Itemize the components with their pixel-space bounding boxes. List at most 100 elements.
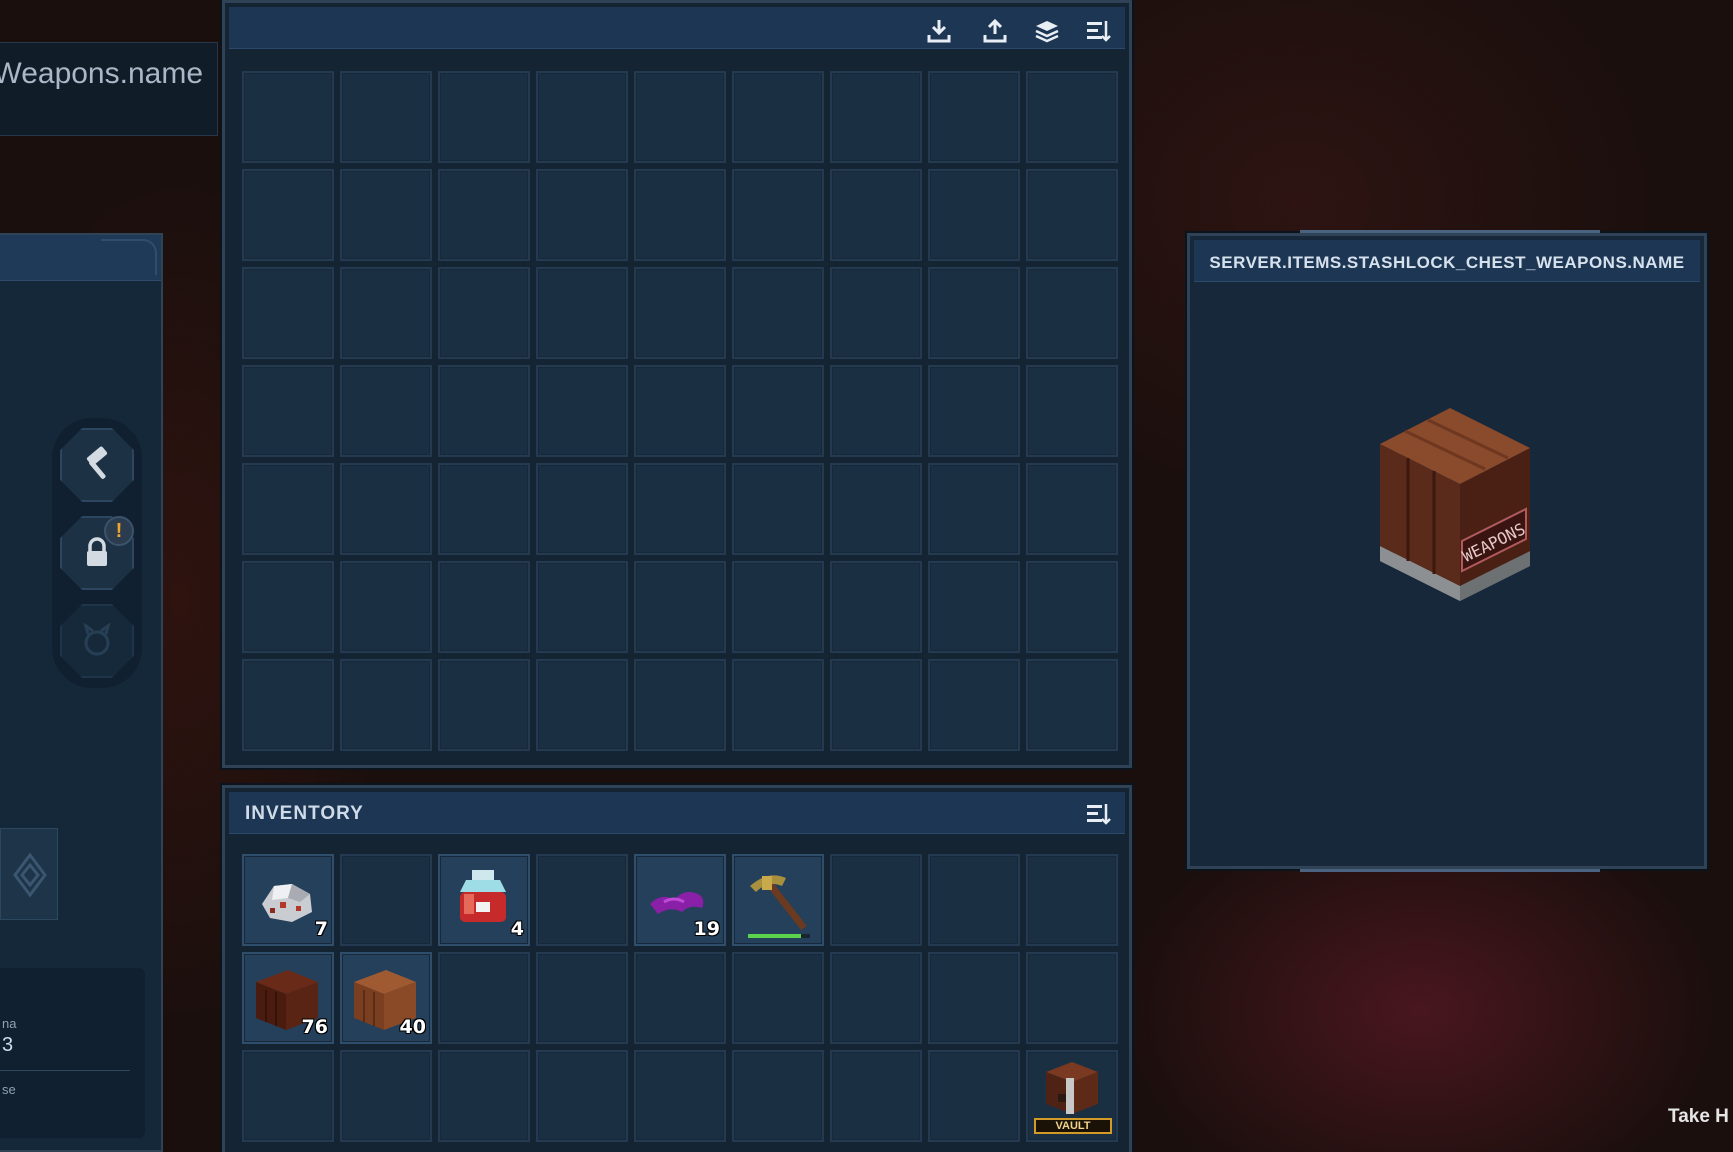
chest-slot-22[interactable] — [634, 267, 726, 359]
chest-slot-24[interactable] — [830, 267, 922, 359]
chest-slot-48[interactable] — [536, 561, 628, 653]
chest-slot-42[interactable] — [830, 463, 922, 555]
chest-slot-2[interactable] — [438, 71, 530, 163]
chest-slot-54[interactable] — [242, 659, 334, 751]
chest-slot-36[interactable] — [242, 463, 334, 555]
chest-slot-57[interactable] — [536, 659, 628, 751]
creature-tool-button[interactable] — [60, 604, 134, 678]
hammer-tool-button[interactable] — [60, 428, 134, 502]
chest-slot-6[interactable] — [830, 71, 922, 163]
chest-slot-8[interactable] — [1026, 71, 1118, 163]
chest-slot-53[interactable] — [1026, 561, 1118, 653]
chest-slot-56[interactable] — [438, 659, 530, 751]
chest-slot-4[interactable] — [634, 71, 726, 163]
chest-slot-44[interactable] — [1026, 463, 1118, 555]
chest-slot-46[interactable] — [340, 561, 432, 653]
deposit-button[interactable] — [925, 17, 953, 45]
chest-slot-33[interactable] — [830, 365, 922, 457]
chest-slot-38[interactable] — [438, 463, 530, 555]
chest-slot-3[interactable] — [536, 71, 628, 163]
chest-slot-12[interactable] — [536, 169, 628, 261]
inventory-slot-20[interactable] — [438, 1050, 530, 1142]
chest-slot-62[interactable] — [1026, 659, 1118, 751]
chest-slot-26[interactable] — [1026, 267, 1118, 359]
chest-slot-31[interactable] — [634, 365, 726, 457]
chest-slot-14[interactable] — [732, 169, 824, 261]
chest-slot-61[interactable] — [928, 659, 1020, 751]
inventory-slot-potion-jar[interactable]: 4 — [438, 854, 530, 946]
chest-slot-27[interactable] — [242, 365, 334, 457]
chest-slot-11[interactable] — [438, 169, 530, 261]
inventory-slot-6[interactable] — [830, 854, 922, 946]
inventory-slot-15[interactable] — [830, 952, 922, 1044]
chest-slot-34[interactable] — [928, 365, 1020, 457]
chest-slot-47[interactable] — [438, 561, 530, 653]
inventory-slot-14[interactable] — [732, 952, 824, 1044]
inventory-slot-pickaxe[interactable] — [732, 854, 824, 946]
inventory-slot-11[interactable] — [438, 952, 530, 1044]
inventory-slot-dark-wood-block[interactable]: 76 — [242, 952, 334, 1044]
chest-slot-40[interactable] — [634, 463, 726, 555]
chest-slot-32[interactable] — [732, 365, 824, 457]
stack-button[interactable] — [1033, 17, 1061, 45]
withdraw-button[interactable] — [981, 17, 1009, 45]
inventory-slot-1[interactable] — [340, 854, 432, 946]
inventory-slot-wood-block[interactable]: 40 — [340, 952, 432, 1044]
inventory-slot-17[interactable] — [1026, 952, 1118, 1044]
inventory-slot-13[interactable] — [634, 952, 726, 1044]
chest-slot-51[interactable] — [830, 561, 922, 653]
vault-label: VAULT — [1034, 1118, 1112, 1134]
chest-slot-5[interactable] — [732, 71, 824, 163]
inventory-slot-12[interactable] — [536, 952, 628, 1044]
inventory-slot-18[interactable] — [242, 1050, 334, 1142]
chest-slot-30[interactable] — [536, 365, 628, 457]
chest-slot-50[interactable] — [732, 561, 824, 653]
inventory-slot-22[interactable] — [634, 1050, 726, 1142]
chest-slot-16[interactable] — [928, 169, 1020, 261]
inventory-title: INVENTORY — [245, 803, 364, 824]
chest-slot-43[interactable] — [928, 463, 1020, 555]
inventory-slot-19[interactable] — [340, 1050, 432, 1142]
inventory-slot-7[interactable] — [928, 854, 1020, 946]
chest-slot-49[interactable] — [634, 561, 726, 653]
chest-slot-37[interactable] — [340, 463, 432, 555]
chest-slot-1[interactable] — [340, 71, 432, 163]
inventory-slot-21[interactable] — [536, 1050, 628, 1142]
chest-slot-18[interactable] — [242, 267, 334, 359]
chest-slot-23[interactable] — [732, 267, 824, 359]
chest-slot-35[interactable] — [1026, 365, 1118, 457]
chest-slot-52[interactable] — [928, 561, 1020, 653]
chest-slot-13[interactable] — [634, 169, 726, 261]
chest-slot-21[interactable] — [536, 267, 628, 359]
chest-slot-10[interactable] — [340, 169, 432, 261]
inventory-slot-23[interactable] — [732, 1050, 824, 1142]
chest-slot-0[interactable] — [242, 71, 334, 163]
inventory-slot-25[interactable] — [928, 1050, 1020, 1142]
inventory-slot-8[interactable] — [1026, 854, 1118, 946]
chest-slot-15[interactable] — [830, 169, 922, 261]
inventory-slot-16[interactable] — [928, 952, 1020, 1044]
chest-slot-7[interactable] — [928, 71, 1020, 163]
chest-slot-41[interactable] — [732, 463, 824, 555]
inventory-slot-ore-chunk[interactable]: 7 — [242, 854, 334, 946]
sort-chest-button[interactable] — [1085, 17, 1113, 45]
chest-slot-25[interactable] — [928, 267, 1020, 359]
chest-slot-9[interactable] — [242, 169, 334, 261]
chest-slot-19[interactable] — [340, 267, 432, 359]
inventory-slot-vault-chest[interactable]: VAULT — [1026, 1050, 1118, 1142]
chest-slot-29[interactable] — [438, 365, 530, 457]
inventory-slot-purple-petals[interactable]: 19 — [634, 854, 726, 946]
chest-slot-55[interactable] — [340, 659, 432, 751]
inventory-slot-3[interactable] — [536, 854, 628, 946]
chest-slot-17[interactable] — [1026, 169, 1118, 261]
chest-slot-45[interactable] — [242, 561, 334, 653]
chest-slot-28[interactable] — [340, 365, 432, 457]
chest-slot-59[interactable] — [732, 659, 824, 751]
left-equip-slot[interactable] — [0, 828, 58, 920]
sort-inventory-button[interactable] — [1085, 800, 1113, 828]
chest-slot-20[interactable] — [438, 267, 530, 359]
chest-slot-39[interactable] — [536, 463, 628, 555]
chest-slot-60[interactable] — [830, 659, 922, 751]
chest-slot-58[interactable] — [634, 659, 726, 751]
inventory-slot-24[interactable] — [830, 1050, 922, 1142]
